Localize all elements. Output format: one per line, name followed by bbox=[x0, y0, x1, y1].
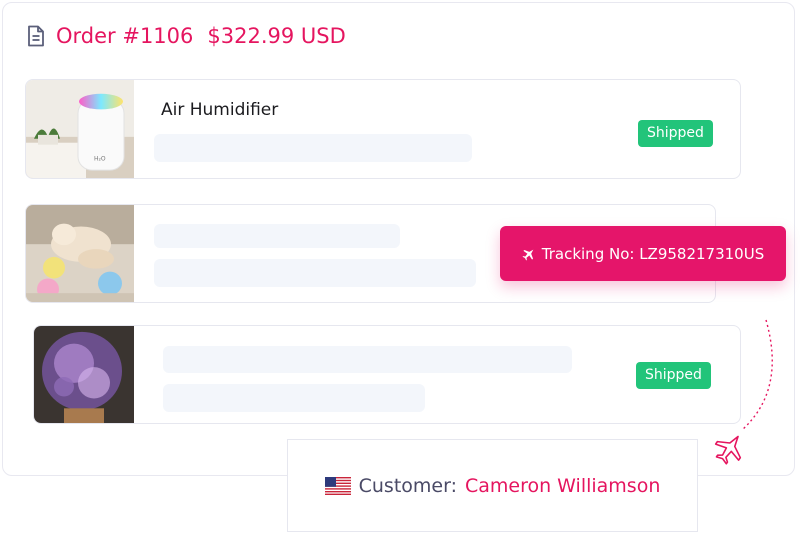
status-badge: Shipped bbox=[638, 120, 713, 147]
placeholder-line bbox=[154, 134, 472, 162]
product-name: Air Humidifier bbox=[161, 100, 279, 120]
placeholder-line bbox=[163, 346, 572, 373]
order-total: $322.99 USD bbox=[207, 24, 346, 48]
galaxy-lamp-image bbox=[34, 326, 134, 423]
customer-card: Customer: Cameron Williamson bbox=[287, 439, 698, 532]
customer-label: Customer: bbox=[358, 474, 457, 497]
document-icon bbox=[26, 25, 46, 47]
us-flag-icon bbox=[324, 476, 351, 495]
route-dotted-line bbox=[714, 319, 773, 465]
tracking-number: Tracking No: LZ958217310US bbox=[541, 244, 765, 263]
placeholder-line bbox=[154, 259, 476, 287]
order-item-row[interactable]: Shipped bbox=[33, 325, 741, 424]
order-widget: Order #1106 $322.99 USD H₂O Air Humidifi… bbox=[0, 0, 800, 534]
svg-text:H₂O: H₂O bbox=[94, 155, 106, 162]
placeholder-line bbox=[163, 384, 425, 412]
airplane-icon bbox=[714, 435, 742, 465]
humidifier-image: H₂O bbox=[26, 80, 134, 178]
airplane-icon bbox=[522, 247, 536, 261]
customer-name: Cameron Williamson bbox=[464, 474, 661, 497]
order-header: Order #1106 $322.99 USD bbox=[26, 24, 346, 48]
order-item-row[interactable]: H₂O Air Humidifier Shipped bbox=[25, 79, 741, 179]
tracking-banner[interactable]: Tracking No: LZ958217310US bbox=[500, 226, 786, 281]
cat-toy-image bbox=[26, 205, 134, 302]
placeholder-line bbox=[154, 224, 400, 248]
order-number: Order #1106 bbox=[56, 24, 194, 48]
